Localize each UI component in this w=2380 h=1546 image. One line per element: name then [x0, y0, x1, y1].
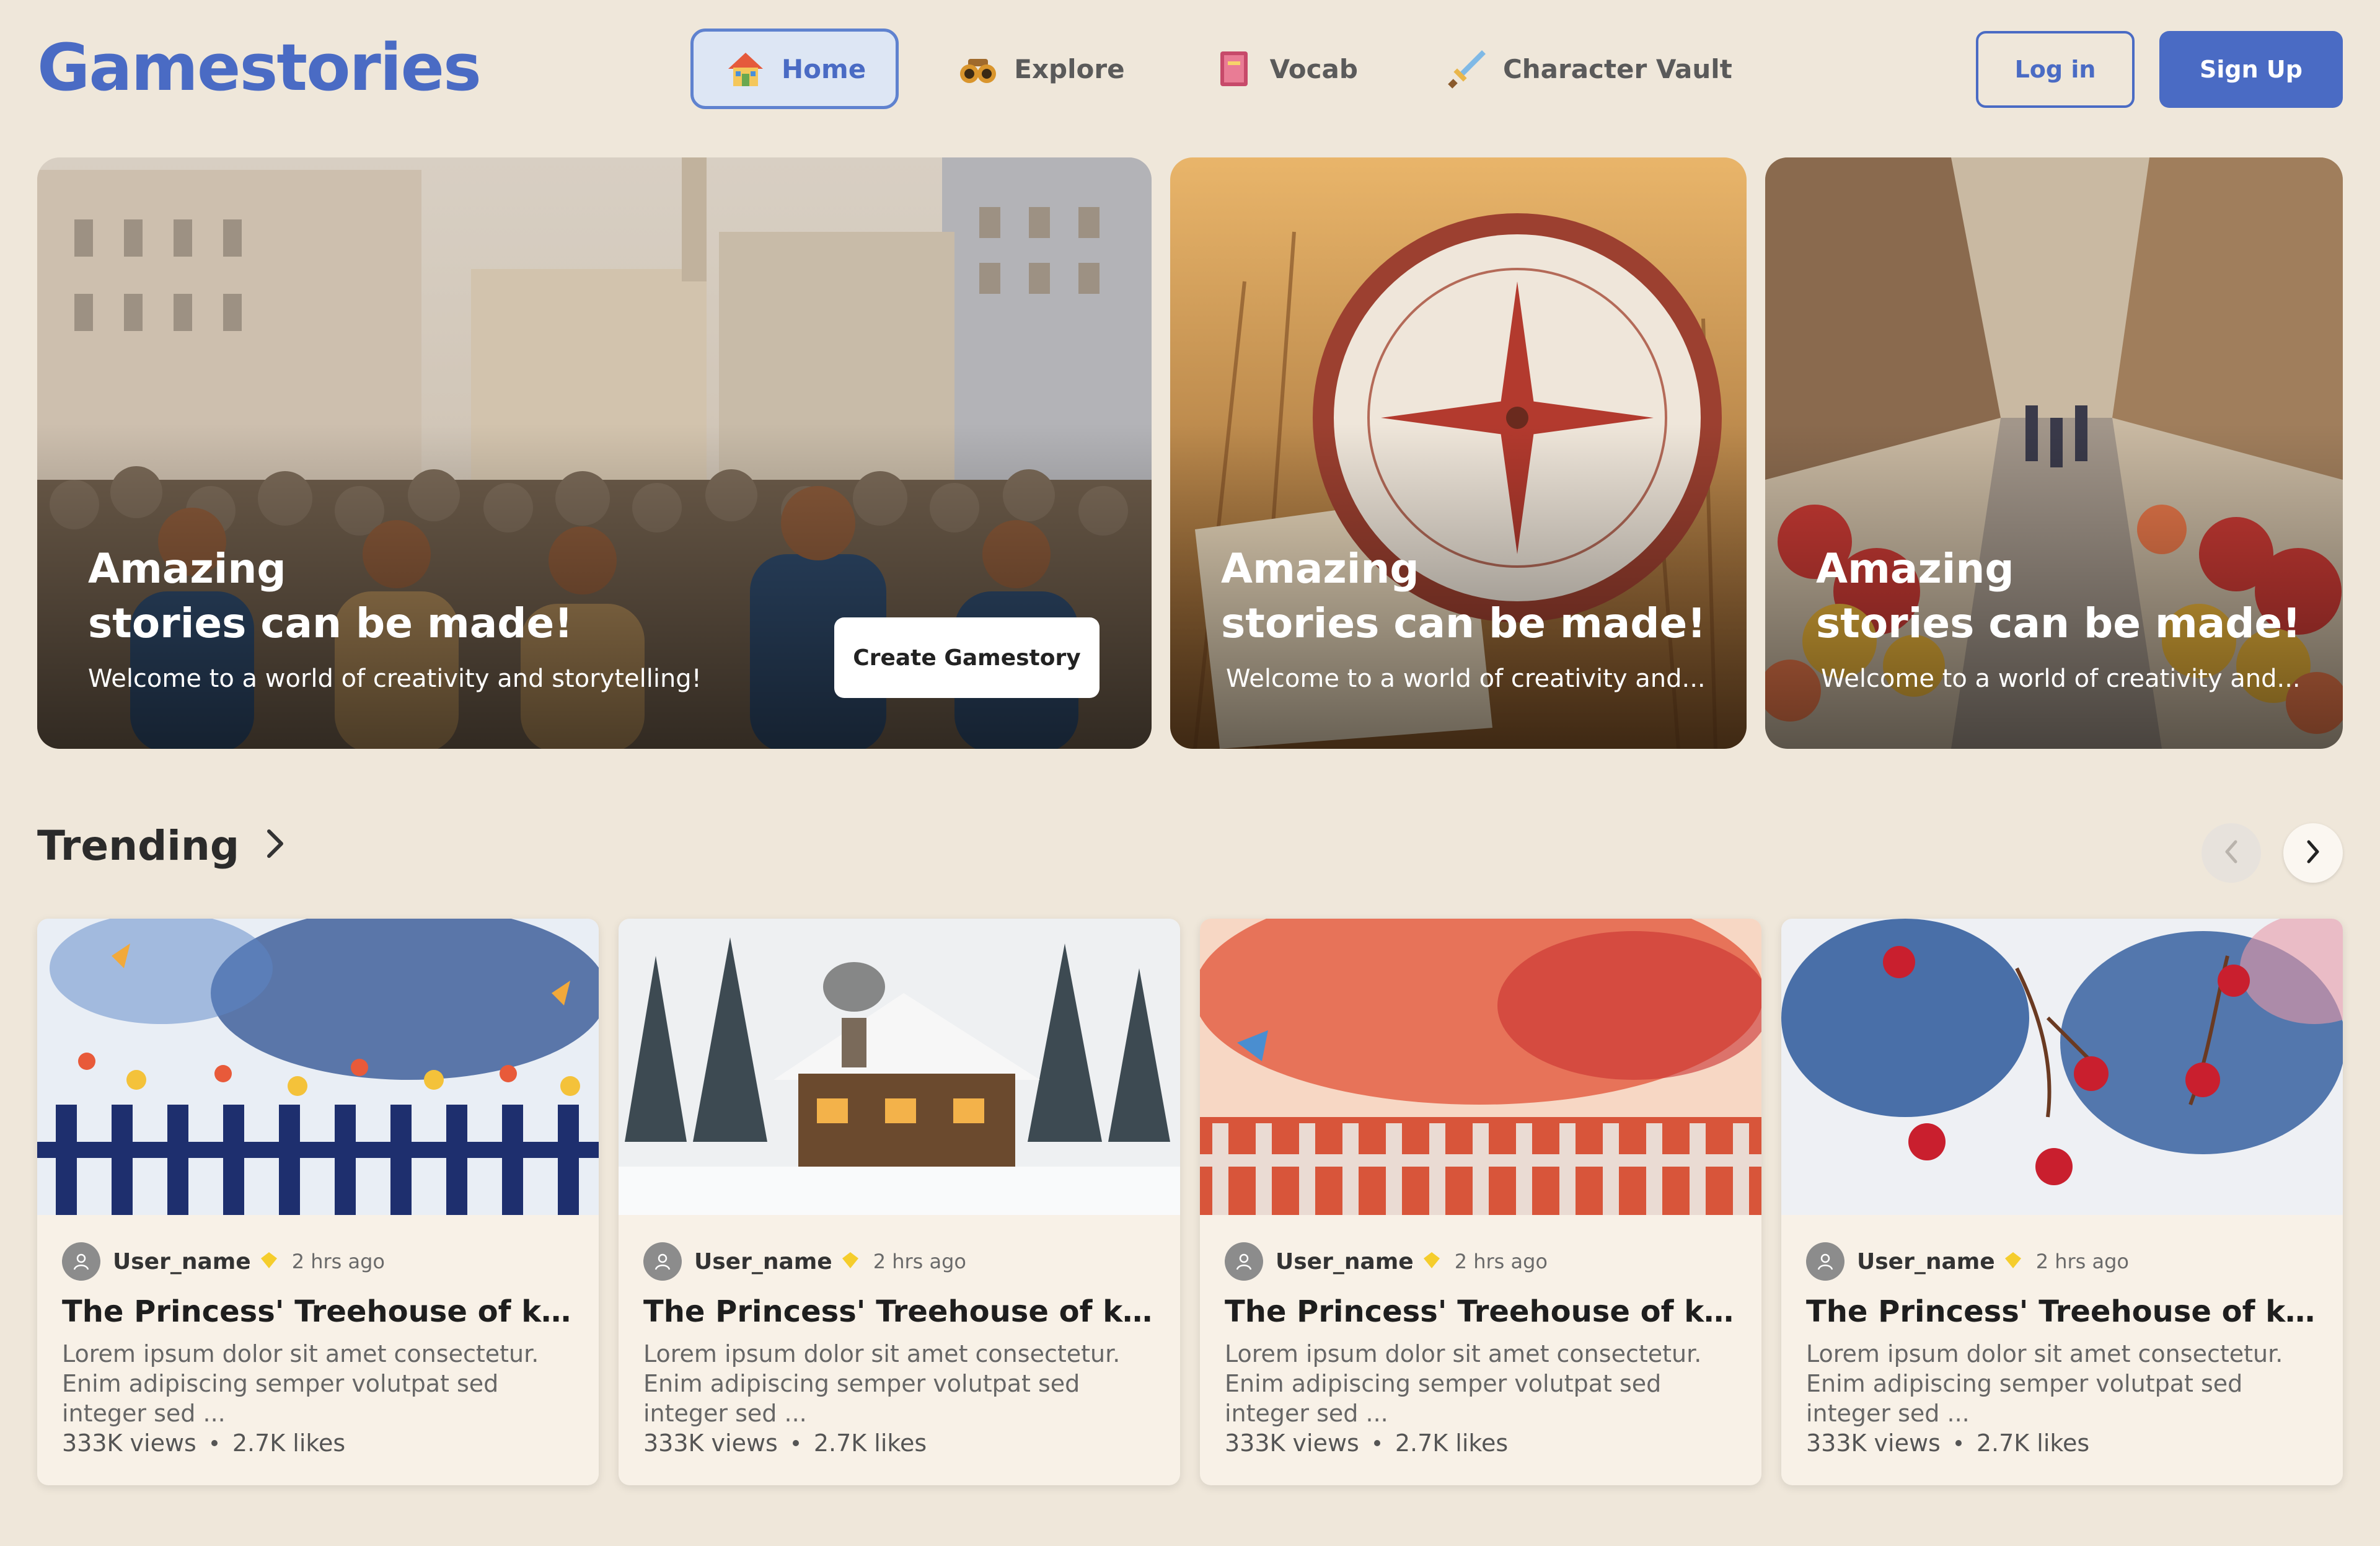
verified-badge-icon — [2004, 1251, 2022, 1272]
chevron-left-icon — [2222, 839, 2241, 867]
hero-overlay-3 — [1765, 157, 2343, 749]
hero-overlay-2 — [1170, 157, 1747, 749]
card-title[interactable]: The Princess' Treehouse of king t ... — [62, 1294, 576, 1329]
card-likes: 2.7K likes — [1395, 1429, 1509, 1457]
nav-home-label: Home — [782, 53, 866, 84]
card-username[interactable]: User_name — [113, 1249, 251, 1274]
hero-subtitle: Welcome to a world of creativity and sto… — [88, 665, 702, 693]
story-card[interactable]: User_name 2 hrs ago The Princess' Treeho… — [1200, 919, 1761, 1485]
avatar[interactable] — [62, 1242, 100, 1281]
nav-character-vault-label: Character Vault — [1502, 53, 1732, 84]
story-card[interactable]: User_name 2 hrs ago The Princess' Treeho… — [37, 919, 599, 1485]
trending-title: Trending — [37, 822, 240, 870]
separator-dot — [1373, 1440, 1380, 1446]
card-views: 333K views — [1806, 1429, 1941, 1457]
card-description: Lorem ipsum dolor sit amet consectetur. … — [1225, 1340, 1702, 1427]
hero-subtitle-2: Welcome to a world of creativity and... — [1226, 665, 1706, 693]
story-card[interactable]: User_name 2 hrs ago The Princess' Treeho… — [619, 919, 1180, 1485]
card-username[interactable]: User_name — [1857, 1249, 1995, 1274]
hero-title-3-line2: stories can be made! — [1816, 599, 2301, 647]
verified-badge-icon — [1422, 1251, 1441, 1272]
card-title[interactable]: The Princess' Treehouse of king t ... — [1806, 1294, 2320, 1329]
hero-title: Amazing stories can be made! — [88, 542, 832, 651]
separator-dot — [211, 1440, 218, 1446]
card-stats: 333K views 2.7K likes — [1225, 1429, 1508, 1457]
hero-slide-compass[interactable]: Amazing stories can be made! Welcome to … — [1170, 157, 1747, 749]
card-time: 2 hrs ago — [2035, 1250, 2129, 1273]
card-stats: 333K views 2.7K likes — [62, 1429, 345, 1457]
avatar[interactable] — [1225, 1242, 1263, 1281]
hero-title-line1: Amazing — [88, 545, 286, 593]
card-views: 333K views — [62, 1429, 196, 1457]
verified-badge-icon — [260, 1251, 278, 1272]
nav-home[interactable]: Home — [690, 29, 899, 109]
avatar[interactable] — [1806, 1242, 1844, 1281]
hero-subtitle-3: Welcome to a world of creativity and... — [1821, 665, 2301, 693]
create-gamestory-button[interactable]: Create Gamestory — [834, 617, 1100, 698]
card-stats: 333K views 2.7K likes — [643, 1429, 927, 1457]
card-title[interactable]: The Princess' Treehouse of king t ... — [643, 1294, 1158, 1329]
hero-title-3-line1: Amazing — [1816, 545, 2014, 593]
chevron-right-icon — [2304, 839, 2322, 867]
card-username[interactable]: User_name — [694, 1249, 832, 1274]
story-thumbnail-cabin — [619, 919, 1180, 1215]
card-meta: User_name 2 hrs ago — [1806, 1242, 2129, 1281]
story-card[interactable]: User_name 2 hrs ago The Princess' Treeho… — [1781, 919, 2343, 1485]
nav-vocab[interactable]: Vocab — [1182, 29, 1388, 109]
avatar[interactable] — [643, 1242, 682, 1281]
story-thumbnail-flowers — [37, 919, 599, 1215]
card-meta: User_name 2 hrs ago — [1225, 1242, 1548, 1281]
hero-title-3: Amazing stories can be made! — [1816, 542, 2343, 651]
separator-dot — [792, 1440, 799, 1446]
trending-prev-button[interactable] — [2202, 823, 2261, 883]
card-likes: 2.7K likes — [813, 1429, 927, 1457]
main-nav: Home Explore Vocab Character Vault — [690, 29, 1789, 109]
story-thumbnail-red-garden — [1200, 919, 1761, 1215]
hero-title-line2: stories can be made! — [88, 599, 573, 647]
nav-explore-label: Explore — [1014, 53, 1125, 84]
nav-character-vault[interactable]: Character Vault — [1415, 29, 1762, 109]
card-time: 2 hrs ago — [291, 1250, 385, 1273]
hero-slide-market[interactable]: Amazing stories can be made! Welcome to … — [1765, 157, 2343, 749]
trending-heading[interactable]: Trending — [37, 822, 286, 870]
card-views: 333K views — [643, 1429, 778, 1457]
chevron-right-icon — [264, 822, 286, 870]
story-thumbnail-cherries — [1781, 919, 2343, 1215]
house-icon — [723, 46, 768, 91]
app-logo[interactable]: Gamestories — [37, 30, 482, 105]
login-button[interactable]: Log in — [1976, 31, 2135, 108]
card-time: 2 hrs ago — [1454, 1250, 1548, 1273]
nav-vocab-label: Vocab — [1269, 53, 1358, 84]
sword-icon — [1445, 46, 1489, 91]
card-views: 333K views — [1225, 1429, 1359, 1457]
card-time: 2 hrs ago — [873, 1250, 966, 1273]
book-icon — [1212, 46, 1256, 91]
hero-title-2: Amazing stories can be made! — [1221, 542, 1747, 651]
card-meta: User_name 2 hrs ago — [62, 1242, 385, 1281]
card-description: Lorem ipsum dolor sit amet consectetur. … — [62, 1340, 539, 1427]
card-title[interactable]: The Princess' Treehouse of king t ... — [1225, 1294, 1739, 1329]
card-meta: User_name 2 hrs ago — [643, 1242, 966, 1281]
signup-button[interactable]: Sign Up — [2159, 31, 2343, 108]
card-description: Lorem ipsum dolor sit amet consectetur. … — [1806, 1340, 2283, 1427]
nav-explore[interactable]: Explore — [926, 29, 1154, 109]
card-description: Lorem ipsum dolor sit amet consectetur. … — [643, 1340, 1121, 1427]
separator-dot — [1955, 1440, 1962, 1446]
binoculars-icon — [956, 46, 1000, 91]
verified-badge-icon — [841, 1251, 860, 1272]
hero-title-2-line1: Amazing — [1221, 545, 1419, 593]
card-username[interactable]: User_name — [1276, 1249, 1414, 1274]
card-likes: 2.7K likes — [232, 1429, 346, 1457]
trending-next-button[interactable] — [2283, 823, 2343, 883]
card-stats: 333K views 2.7K likes — [1806, 1429, 2089, 1457]
hero-title-2-line2: stories can be made! — [1221, 599, 1706, 647]
hero-slide-main[interactable]: Amazing stories can be made! Welcome to … — [37, 157, 1152, 749]
card-likes: 2.7K likes — [1976, 1429, 2090, 1457]
